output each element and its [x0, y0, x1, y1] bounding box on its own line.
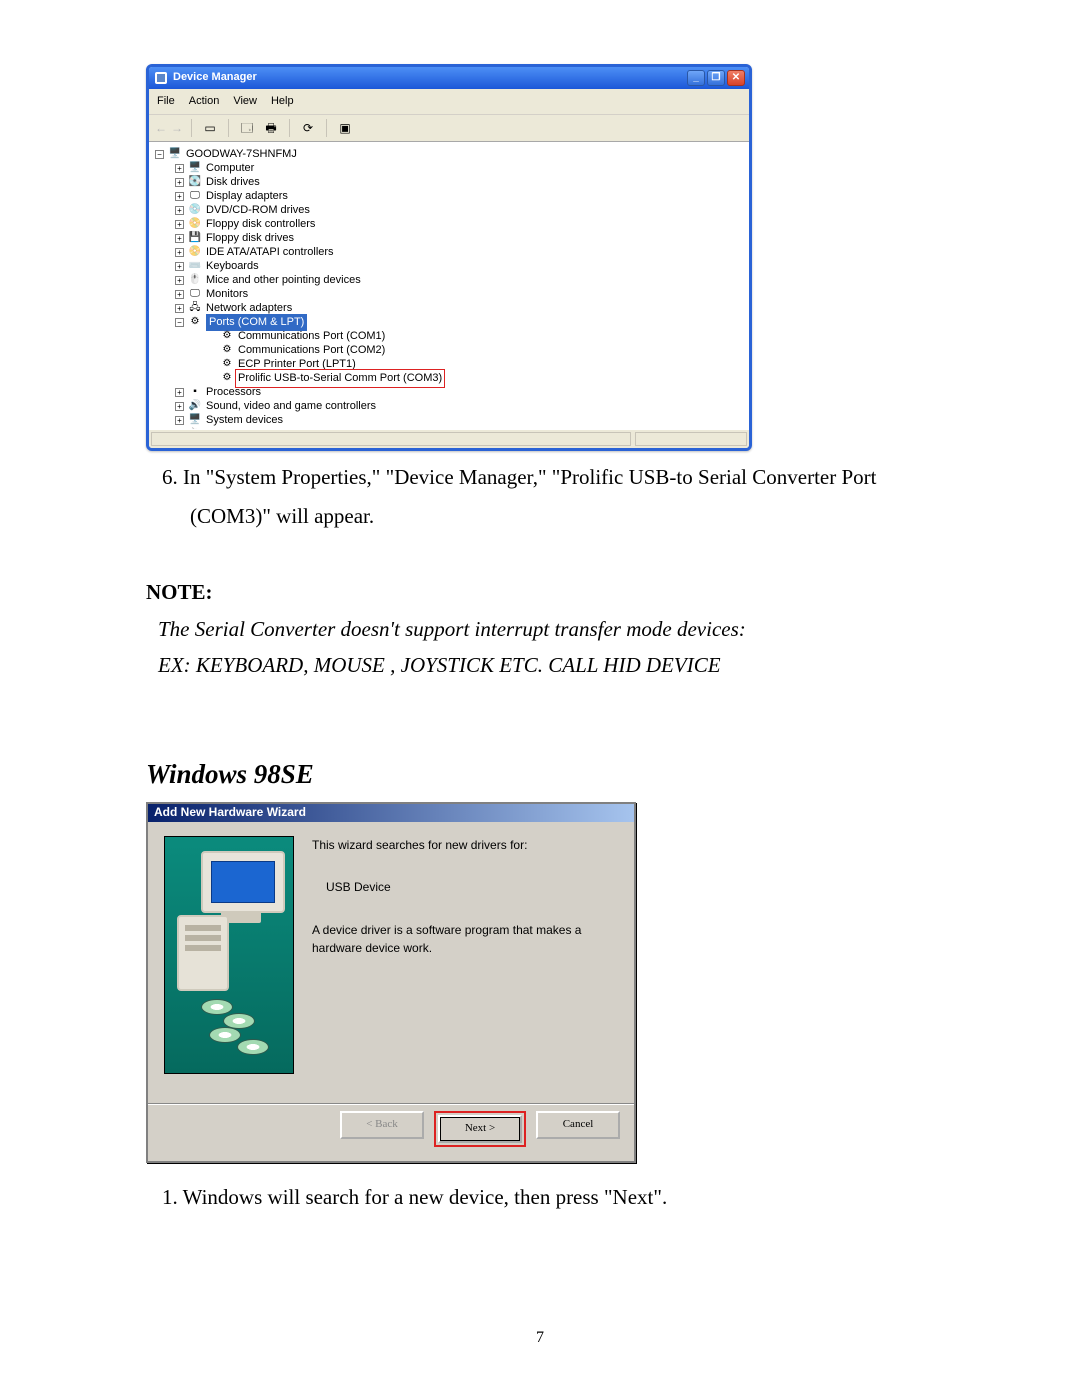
- device-tree[interactable]: −🖥️ GOODWAY-7SHNFMJ +🖥️Computer +💽Disk d…: [149, 142, 749, 429]
- port-icon: ⚙: [220, 372, 234, 384]
- port-icon: ⚙: [220, 358, 234, 370]
- ide-icon: 📀: [188, 246, 202, 258]
- close-button[interactable]: ✕: [727, 70, 745, 86]
- forward-button[interactable]: →: [171, 119, 183, 138]
- show-hide-console-icon[interactable]: ▭: [200, 118, 220, 138]
- add-new-hardware-wizard-window: Add New Hardware Wizard This wizard sear…: [146, 802, 636, 1163]
- app-icon: [155, 72, 167, 84]
- maximize-button[interactable]: ❐: [707, 70, 725, 86]
- page-number: 7: [0, 1326, 1080, 1351]
- title-bar[interactable]: Device Manager _ ❐ ✕: [149, 67, 749, 89]
- instruction-step-6: 6. In "System Properties," "Device Manag…: [146, 461, 934, 494]
- mouse-icon: 🖱️: [188, 274, 202, 286]
- next-button[interactable]: Next >: [438, 1115, 522, 1143]
- menu-file[interactable]: File: [157, 93, 175, 110]
- computer-icon: 🖥️: [168, 148, 182, 160]
- section-heading-windows-98se: Windows 98SE: [146, 754, 934, 796]
- uninstall-icon[interactable]: ▣: [335, 118, 355, 138]
- port-icon: ⚙: [220, 330, 234, 342]
- menu-view[interactable]: View: [233, 93, 257, 110]
- back-button[interactable]: ←: [155, 119, 167, 138]
- wizard-illustration: [164, 836, 294, 1074]
- menu-bar: File Action View Help: [149, 89, 749, 115]
- computer-icon: 🖥️: [188, 162, 202, 174]
- instruction-step-6-cont: (COM3)" will appear.: [190, 500, 934, 533]
- sound-icon: 🔊: [188, 400, 202, 412]
- disk-icon: 💽: [188, 176, 202, 188]
- status-bar: [149, 429, 749, 448]
- port-icon: ⚙: [220, 344, 234, 356]
- display-icon: 🖵: [188, 190, 202, 202]
- dvd-icon: 💿: [188, 204, 202, 216]
- monitor-icon: 🖵: [188, 288, 202, 300]
- wizard-title-bar[interactable]: Add New Hardware Wizard: [148, 804, 634, 822]
- processor-icon: ▪: [188, 386, 202, 398]
- properties-icon[interactable]: 🗔: [237, 118, 257, 138]
- usb-icon: 🔌: [188, 428, 202, 429]
- note-heading: NOTE:: [146, 576, 934, 609]
- note-body-1: The Serial Converter doesn't support int…: [158, 613, 934, 646]
- system-icon: 🖥️: [188, 414, 202, 426]
- floppy-drive-icon: 💾: [188, 232, 202, 244]
- keyboard-icon: ⌨️: [188, 260, 202, 272]
- toolbar: ← → ▭ 🗔 🖶 ⟳ ▣: [149, 115, 749, 142]
- back-button: < Back: [340, 1111, 424, 1139]
- device-manager-window: Device Manager _ ❐ ✕ File Action View He…: [146, 64, 752, 451]
- scan-hardware-icon[interactable]: ⟳: [298, 118, 318, 138]
- next-button-highlight: Next >: [434, 1111, 526, 1147]
- port-icon: ⚙: [188, 316, 202, 328]
- network-icon: 🖧: [188, 302, 202, 314]
- window-title: Device Manager: [173, 69, 257, 86]
- print-icon[interactable]: 🖶: [261, 118, 281, 138]
- floppy-controller-icon: 📀: [188, 218, 202, 230]
- cancel-button[interactable]: Cancel: [536, 1111, 620, 1139]
- wizard-text: This wizard searches for new drivers for…: [312, 836, 618, 1096]
- instruction-step-1: 1. Windows will search for a new device,…: [146, 1181, 934, 1214]
- menu-help[interactable]: Help: [271, 93, 294, 110]
- minimize-button[interactable]: _: [687, 70, 705, 86]
- wizard-button-row: < Back Next > Cancel: [148, 1104, 634, 1161]
- menu-action[interactable]: Action: [189, 93, 220, 110]
- note-body-2: EX: KEYBOARD, MOUSE , JOYSTICK ETC. CALL…: [158, 649, 934, 682]
